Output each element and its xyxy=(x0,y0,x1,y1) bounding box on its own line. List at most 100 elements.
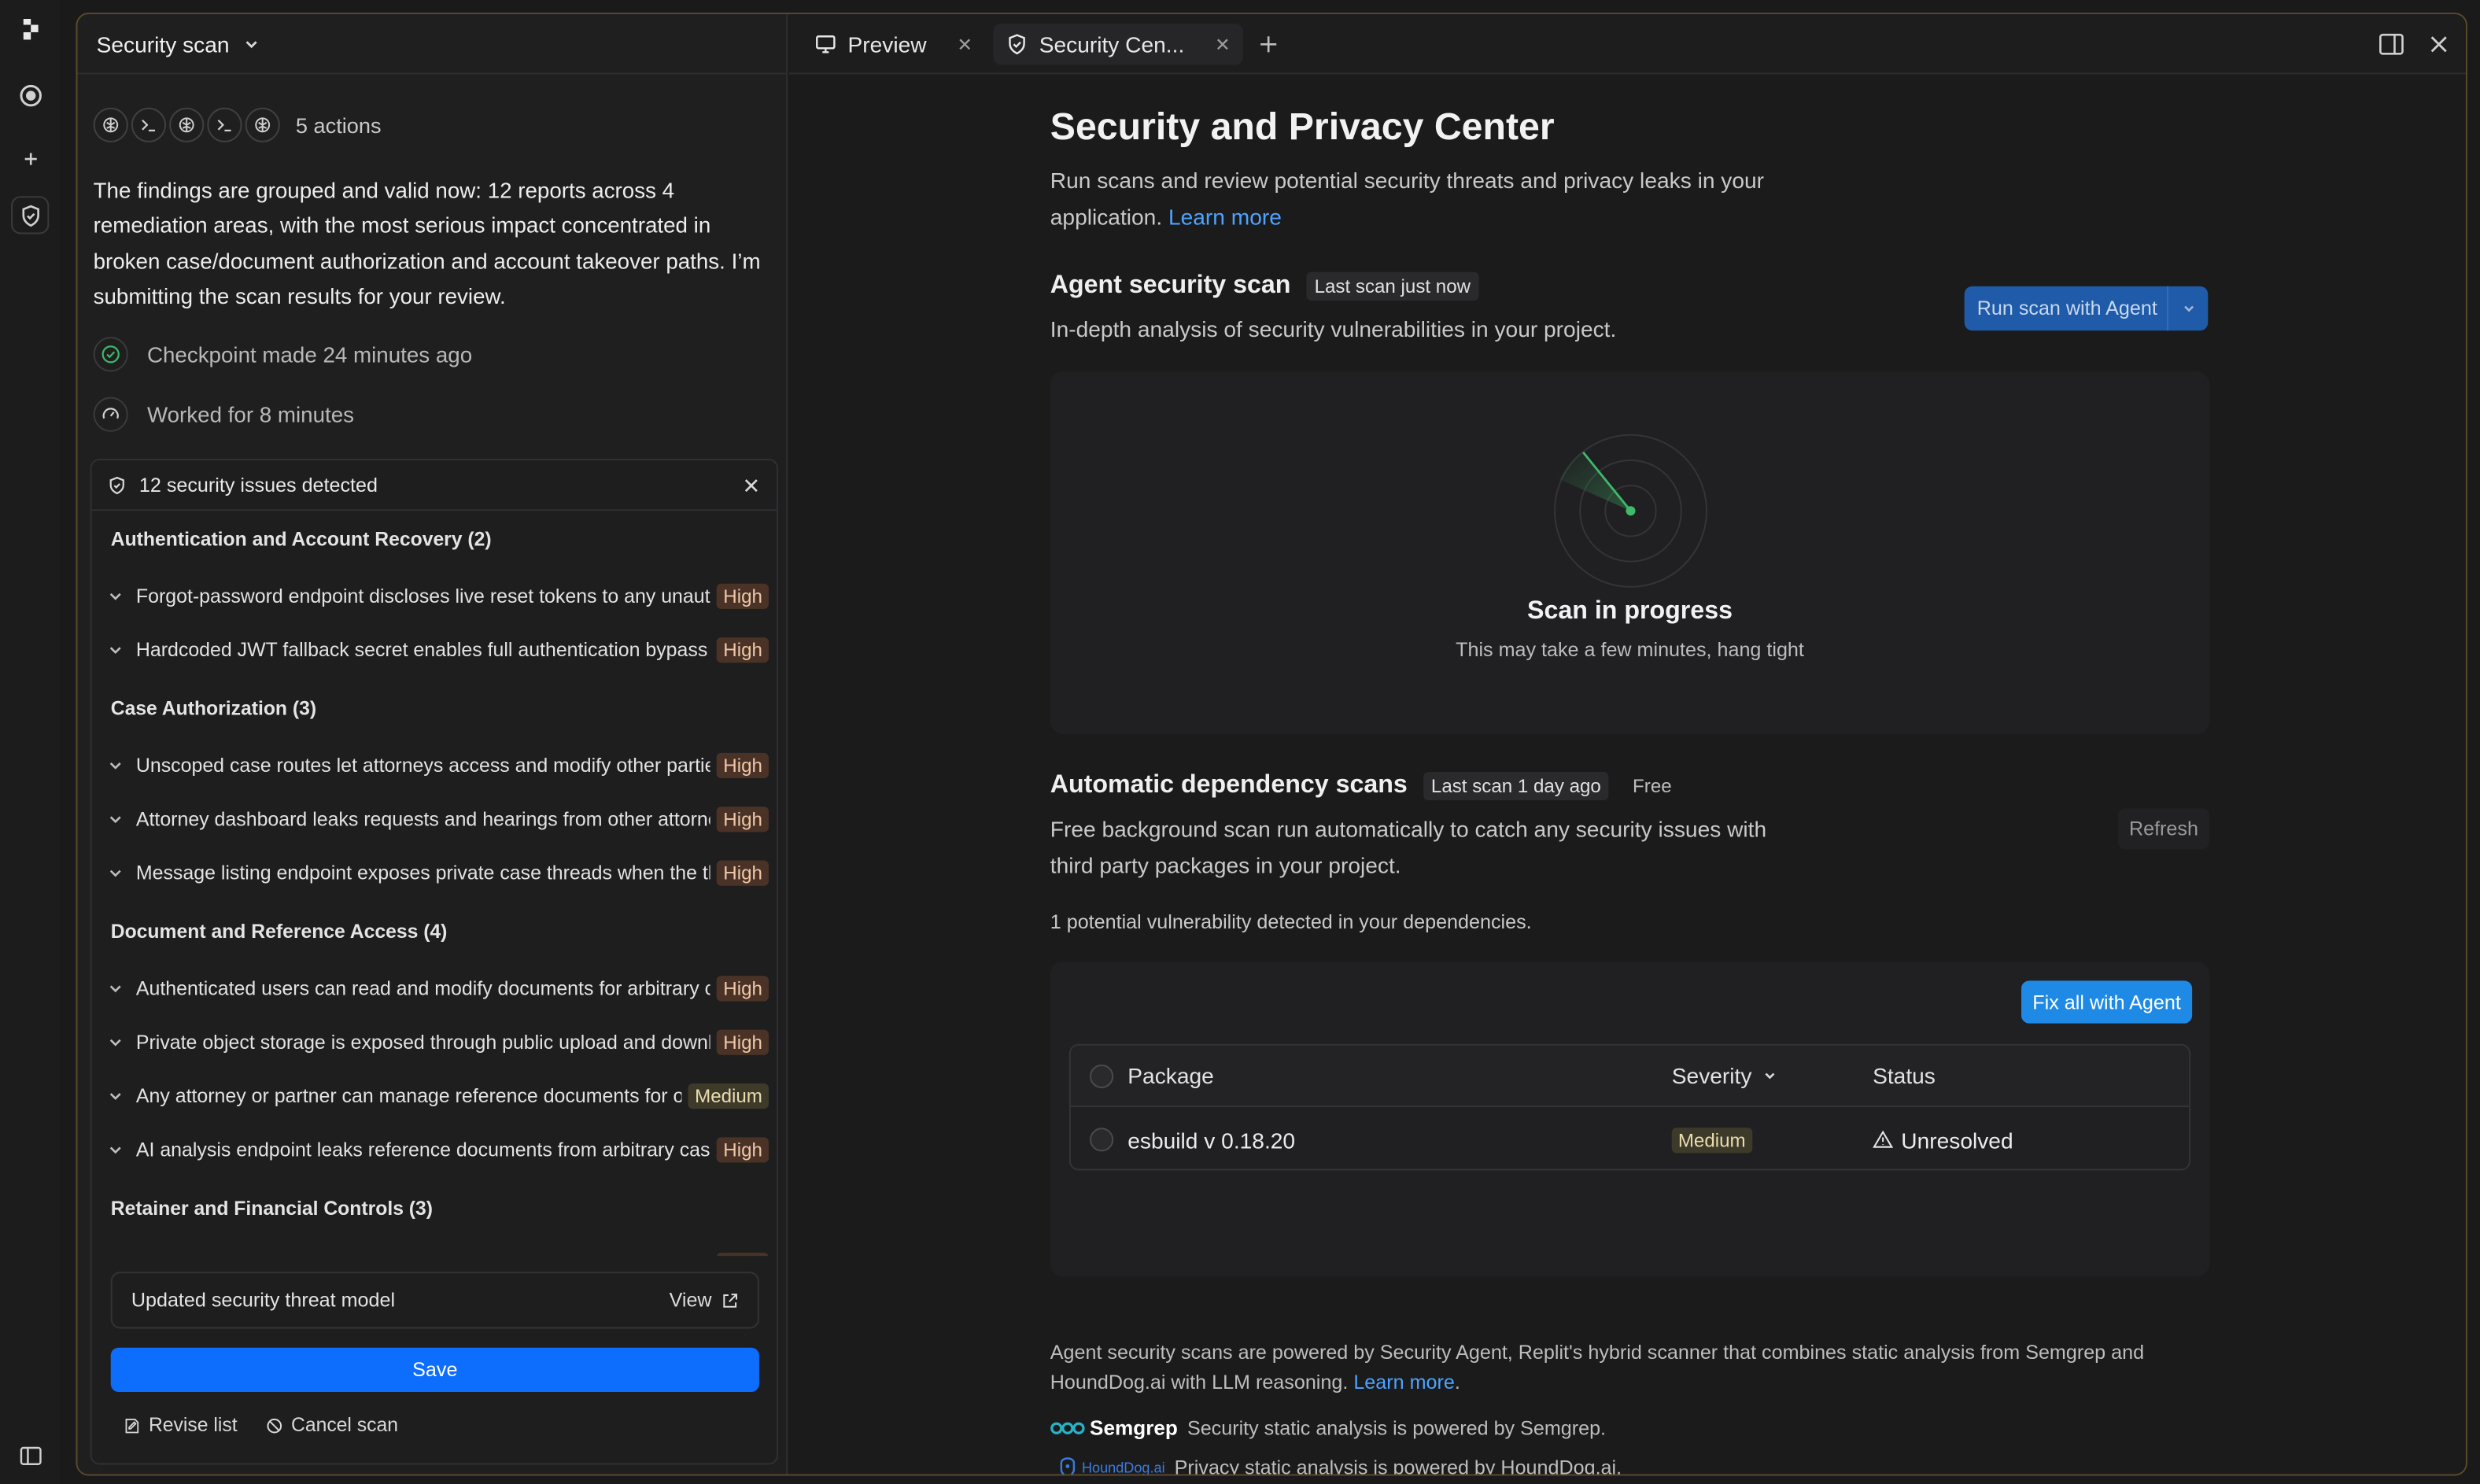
semgrep-logo-icon xyxy=(1050,1421,1085,1434)
worked-row: Worked for 8 minutes xyxy=(93,397,355,432)
shield-icon xyxy=(1009,34,1025,55)
status-cell: Unresolved xyxy=(1873,1127,2013,1152)
chevron-down-icon xyxy=(245,40,257,48)
issue-text: Hardcoded JWT fallback secret enables fu… xyxy=(135,639,710,662)
dependency-scan-title: Automatic dependency scans xyxy=(1050,771,1408,799)
issue-item[interactable]: Attorneys can initialize retainer accoun… xyxy=(108,1250,769,1257)
semgrep-credit: Semgrep Security static analysis is powe… xyxy=(1050,1416,1606,1439)
actions-count: 5 actions xyxy=(295,113,382,137)
chevron-down-icon xyxy=(109,869,121,877)
footer-powered-text: Agent security scans are powered by Secu… xyxy=(1050,1341,2145,1394)
chevron-down-icon xyxy=(109,1039,121,1047)
actions-summary[interactable]: 5 actions xyxy=(93,107,382,142)
semgrep-logo-text: Semgrep xyxy=(1090,1416,1178,1440)
refresh-button[interactable]: Refresh xyxy=(2117,808,2210,850)
row-checkbox[interactable] xyxy=(1090,1128,1114,1152)
revise-list-label: Revise list xyxy=(148,1414,238,1437)
issue-text: Attorney dashboard leaks requests and he… xyxy=(135,808,711,831)
issue-text: AI analysis endpoint leaks reference doc… xyxy=(135,1139,711,1161)
issue-item[interactable]: Authenticated users can read and modify … xyxy=(108,973,769,1004)
external-link-icon xyxy=(723,1293,738,1307)
revise-list-button[interactable]: Revise list xyxy=(124,1414,238,1436)
replit-logo-icon[interactable] xyxy=(11,9,49,47)
close-tab-icon[interactable] xyxy=(957,36,972,52)
save-button[interactable]: Save xyxy=(110,1347,759,1392)
semgrep-credit-text: Security static analysis is powered by S… xyxy=(1186,1416,1607,1439)
issue-item[interactable]: Private object storage is exposed throug… xyxy=(108,1027,769,1058)
table-row[interactable]: esbuild v 0.18.20 Medium Unresolved xyxy=(1071,1109,2189,1168)
new-plus-icon[interactable] xyxy=(11,139,49,177)
table-header: Package Severity Status xyxy=(1070,1045,2190,1108)
new-tab-plus-icon[interactable] xyxy=(1254,30,1282,58)
issue-text: Authenticated users can read and modify … xyxy=(135,977,711,1000)
hounddog-credit-text: Privacy static analysis is powered by Ho… xyxy=(1174,1456,1622,1475)
warning-triangle-icon xyxy=(1873,1130,1894,1148)
issue-item[interactable]: Hardcoded JWT fallback secret enables fu… xyxy=(108,634,769,666)
split-view-icon[interactable] xyxy=(2377,30,2405,58)
issue-item[interactable]: Forgot-password endpoint discloses live … xyxy=(108,581,769,612)
tab-security-center[interactable]: Security Cen... xyxy=(993,24,1243,65)
close-panel-icon[interactable] xyxy=(2425,30,2453,58)
home-target-icon[interactable] xyxy=(11,76,49,113)
hounddog-credit: HoundDog.ai Privacy static analysis is p… xyxy=(1058,1456,1622,1475)
learn-more-link[interactable]: Learn more xyxy=(1168,203,1282,228)
issue-item[interactable]: Any attorney or partner can manage refer… xyxy=(108,1080,769,1112)
issue-item[interactable]: AI analysis endpoint leaks reference doc… xyxy=(108,1134,769,1165)
chevron-down-icon xyxy=(109,592,121,600)
package-name: esbuild v 0.18.20 xyxy=(1127,1127,1296,1153)
issue-text: Attorneys can initialize retainer accoun… xyxy=(136,1254,710,1256)
issue-group-title: Retainer and Financial Controls (3) xyxy=(110,1197,434,1220)
view-label: View xyxy=(669,1289,712,1312)
severity-badge: High xyxy=(717,1137,769,1163)
view-threat-model-button[interactable]: View xyxy=(670,1289,739,1311)
footer-learn-more-link[interactable]: Learn more xyxy=(1353,1371,1455,1394)
severity-badge: High xyxy=(717,637,769,663)
sidebar-toggle-icon[interactable] xyxy=(11,1436,49,1474)
scan-progress-card: Scan in progress This may take a few min… xyxy=(1050,371,2210,734)
brain-icon xyxy=(245,107,280,142)
run-scan-dropdown[interactable] xyxy=(2166,286,2208,331)
chat-header[interactable]: Security scan xyxy=(77,14,788,75)
checkpoint-row[interactable]: Checkpoint made 24 minutes ago xyxy=(93,337,472,372)
workspace-frame: Security scan 5 actions The findings are… xyxy=(76,13,2467,1476)
agent-scan-desc: In-depth analysis of security vulnerabil… xyxy=(1050,316,1617,342)
chevron-down-icon xyxy=(109,762,121,770)
select-all-checkbox[interactable] xyxy=(1090,1063,1114,1088)
chat-panel: Security scan 5 actions The findings are… xyxy=(77,14,788,1475)
worked-text: Worked for 8 minutes xyxy=(146,402,355,426)
severity-cell: Medium xyxy=(1671,1127,1752,1153)
brain-icon xyxy=(169,107,205,142)
free-badge: Free xyxy=(1633,774,1672,798)
close-tab-icon[interactable] xyxy=(1214,36,1230,52)
cancel-scan-button[interactable]: Cancel scan xyxy=(266,1414,398,1436)
chevron-down-icon xyxy=(109,816,121,824)
tab-preview[interactable]: Preview xyxy=(802,24,985,65)
threat-model-label: Updated security threat model xyxy=(131,1289,396,1312)
hounddog-logo-text: HoundDog.ai xyxy=(1081,1460,1165,1475)
issue-item[interactable]: Unscoped case routes let attorneys acces… xyxy=(108,750,769,781)
hounddog-logo-icon xyxy=(1060,1457,1076,1475)
severity-badge: High xyxy=(717,807,769,832)
issue-group-title: Document and Reference Access (4) xyxy=(110,920,448,943)
cancel-icon xyxy=(267,1417,282,1433)
issue-text: Forgot-password endpoint discloses live … xyxy=(135,585,710,607)
close-icon[interactable] xyxy=(742,475,761,494)
issue-text: Private object storage is exposed throug… xyxy=(135,1031,710,1054)
run-scan-button[interactable]: Run scan with Agent xyxy=(1964,286,2209,331)
last-scan-badge: Last scan just now xyxy=(1306,271,1479,301)
status-text: Unresolved xyxy=(1901,1127,2013,1153)
footer-text: Agent security scans are powered by Secu… xyxy=(1050,1341,2145,1394)
tab-security-label: Security Cen... xyxy=(1039,31,1185,57)
fix-all-button[interactable]: Fix all with Agent xyxy=(2021,980,2193,1024)
col-severity[interactable]: Severity xyxy=(1672,1063,1777,1088)
issue-item[interactable]: Message listing endpoint exposes private… xyxy=(108,858,769,889)
severity-badge: High xyxy=(717,860,769,886)
check-circle-icon xyxy=(93,337,128,372)
dependency-table: Package Severity Status esbuild v 0.18.2… xyxy=(1068,1043,2191,1171)
shield-icon[interactable] xyxy=(11,196,50,234)
severity-badge: High xyxy=(717,1029,769,1055)
dependency-scan-desc: Free background scan run automatically t… xyxy=(1050,816,1767,877)
issue-item[interactable]: Attorney dashboard leaks requests and he… xyxy=(108,803,769,835)
agent-scan-title: Agent security scan xyxy=(1050,271,1291,299)
tab-bar: Preview Security Cen... xyxy=(789,14,2466,75)
